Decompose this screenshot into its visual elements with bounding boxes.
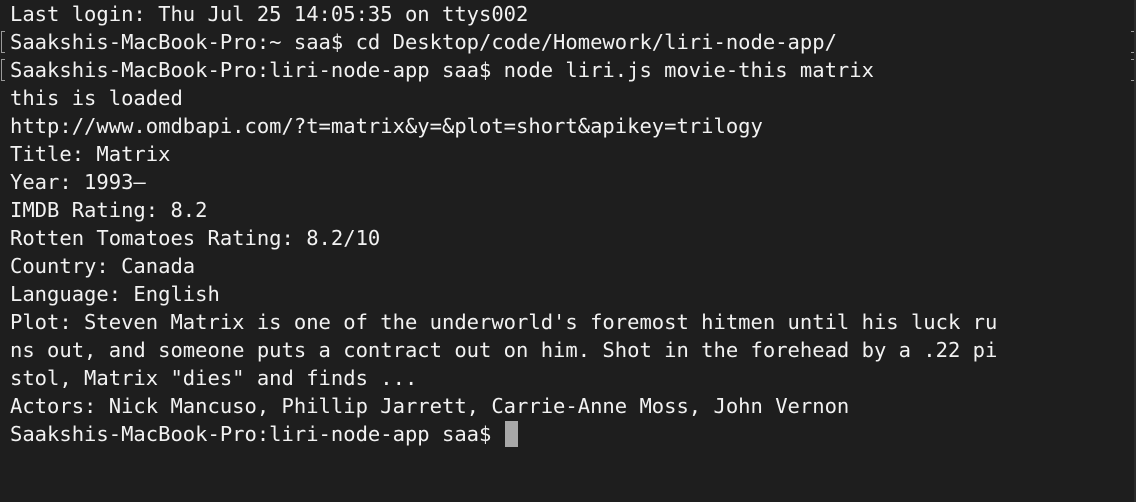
line-text: Plot: Steven Matrix is one of the underw… (10, 310, 998, 334)
line-text: Saakshis-MacBook-Pro:~ saa$ cd Desktop/c… (10, 30, 837, 54)
command-mark-left (1, 31, 5, 53)
terminal-line: Saakshis-MacBook-Pro:liri-node-app saa$ … (0, 56, 1136, 84)
line-text: ns out, and someone puts a contract out … (10, 338, 998, 362)
line-text: Last login: Thu Jul 25 14:05:35 on ttys0… (10, 2, 529, 26)
shell-prompt: Saakshis-MacBook-Pro:liri-node-app saa$ (10, 422, 504, 446)
prompt-line[interactable]: Saakshis-MacBook-Pro:liri-node-app saa$ (0, 420, 1136, 448)
terminal-line: Saakshis-MacBook-Pro:~ saa$ cd Desktop/c… (0, 28, 1136, 56)
command-mark-left (1, 59, 5, 81)
line-text: Saakshis-MacBook-Pro:liri-node-app saa$ … (10, 58, 874, 82)
terminal-line: this is loaded (0, 84, 1136, 112)
line-text: http://www.omdbapi.com/?t=matrix&y=&plot… (10, 114, 763, 138)
line-text: Year: 1993– (10, 170, 146, 194)
line-text: Country: Canada (10, 254, 196, 278)
terminal-line: Rotten Tomatoes Rating: 8.2/10 (0, 224, 1136, 252)
terminal-line: Plot: Steven Matrix is one of the underw… (0, 308, 1136, 336)
line-text: Title: Matrix (10, 142, 171, 166)
line-text: Rotten Tomatoes Rating: 8.2/10 (10, 226, 381, 250)
terminal-line: IMDB Rating: 8.2 (0, 196, 1136, 224)
line-text: this is loaded (10, 86, 183, 110)
line-text: Language: English (10, 282, 220, 306)
line-text: IMDB Rating: 8.2 (10, 198, 208, 222)
terminal-line: Year: 1993– (0, 168, 1136, 196)
line-text: stol, Matrix "dies" and finds ... (10, 366, 418, 390)
terminal-window[interactable]: Last login: Thu Jul 25 14:05:35 on ttys0… (0, 0, 1136, 502)
terminal-line: Last login: Thu Jul 25 14:05:35 on ttys0… (0, 0, 1136, 28)
line-text: Actors: Nick Mancuso, Phillip Jarrett, C… (10, 394, 850, 418)
text-cursor (504, 421, 518, 447)
terminal-line: Title: Matrix (0, 140, 1136, 168)
terminal-line: ns out, and someone puts a contract out … (0, 336, 1136, 364)
terminal-line: http://www.omdbapi.com/?t=matrix&y=&plot… (0, 112, 1136, 140)
terminal-line: Country: Canada (0, 252, 1136, 280)
terminal-line: stol, Matrix "dies" and finds ... (0, 364, 1136, 392)
terminal-line: Language: English (0, 280, 1136, 308)
terminal-line: Actors: Nick Mancuso, Phillip Jarrett, C… (0, 392, 1136, 420)
